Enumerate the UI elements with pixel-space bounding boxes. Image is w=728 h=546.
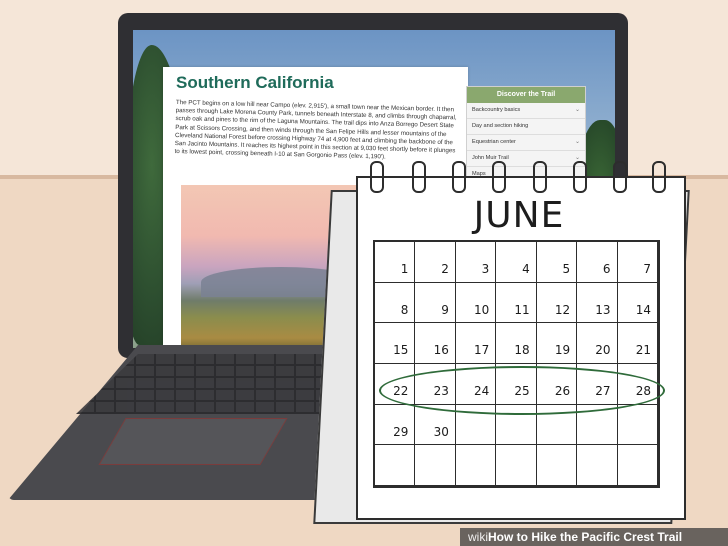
calendar-day-number: 17 (474, 343, 490, 358)
calendar-day-cell: 10 (455, 282, 497, 324)
article-body: The PCT begins on a low hill near Campo … (174, 99, 457, 161)
footer-caption: wikiHow to Hike the Pacific Crest Trail (468, 530, 682, 544)
sidebar-item-label: Equestrian center (472, 139, 516, 145)
calendar-day-cell: 9 (415, 282, 456, 324)
calendar-day-cell: 8 (375, 282, 416, 324)
laptop-trackpad (98, 418, 288, 465)
calendar-day-number: 10 (474, 302, 490, 317)
calendar-day-number: 6 (602, 262, 611, 276)
calendar-day-cell: 20 (577, 323, 618, 364)
calendar-day-cell (415, 445, 456, 486)
calendar-day-number: 5 (562, 262, 571, 276)
calendar-day-cell: 12 (536, 282, 578, 324)
calendar-day-number: 14 (635, 302, 651, 317)
calendar-month: JUNE (473, 195, 565, 236)
calendar-day-cell: 2 (415, 242, 456, 283)
calendar-grid: 1 2 3 4 5 6 7 8 9 10 11 12 13 14 15 16 17 18 19 20 21 22 23 24 2… (373, 240, 660, 488)
calendar-day-cell (455, 445, 497, 486)
calendar-day-number: 7 (643, 262, 651, 276)
calendar-day-number: 4 (522, 262, 530, 276)
calendar-day-cell: 18 (496, 323, 537, 364)
calendar-day-cell (536, 445, 578, 486)
chevron-down-icon: ⌄ (574, 107, 580, 113)
calendar-day-number: 30 (433, 424, 449, 439)
calendar-day-number: 29 (393, 424, 409, 439)
binding-ring (412, 161, 426, 193)
calendar-day-cell: 6 (577, 242, 618, 283)
calendar-day-number: 11 (514, 302, 530, 317)
calendar-day-number: 8 (400, 302, 409, 317)
calendar-day-cell: 19 (536, 323, 578, 364)
binding-ring (492, 161, 506, 193)
sidebar-item-equestrian[interactable]: Equestrian center ⌄ (467, 135, 585, 151)
calendar-day-number: 9 (441, 302, 449, 317)
calendar-day-number: 12 (554, 302, 571, 317)
calendar-day-number: 15 (393, 343, 409, 358)
calendar-day-cell: 16 (415, 323, 456, 364)
binding-ring (652, 161, 666, 193)
calendar-day-number: 1 (400, 262, 409, 276)
illustration-scene: Southern California The PCT begins on a … (0, 0, 728, 546)
calendar-day-cell: 17 (455, 323, 497, 364)
sidebar-title: Discover the Trail (467, 87, 585, 103)
article-title: Southern California (176, 73, 334, 92)
binding-ring (452, 161, 466, 193)
calendar-day-number: 3 (481, 262, 490, 276)
calendar-day-number: 19 (554, 343, 571, 358)
calendar-day-cell: 4 (496, 242, 537, 283)
footer-brand: wiki (468, 530, 488, 544)
calendar-day-cell: 7 (617, 242, 658, 283)
sidebar-item-day-hiking[interactable]: Day and section hiking (467, 119, 585, 135)
calendar-day-number: 2 (441, 262, 449, 276)
calendar-day-number: 18 (514, 343, 530, 358)
calendar-day-cell (577, 445, 618, 486)
binding-ring (573, 161, 587, 193)
calendar-day-cell: 13 (577, 282, 618, 324)
calendar-day-cell: 14 (617, 282, 658, 324)
sidebar-item-label: John Muir Trail (472, 155, 509, 161)
calendar-day-cell: 5 (536, 242, 578, 283)
calendar-day-cell (617, 445, 658, 486)
calendar-day-number: 20 (595, 343, 611, 358)
calendar-day-cell (617, 404, 658, 446)
sidebar-item-backcountry[interactable]: Backcountry basics ⌄ (467, 103, 585, 119)
calendar-day-cell: 11 (496, 282, 537, 324)
calendar-day-cell (375, 445, 416, 486)
chevron-down-icon: ⌄ (574, 139, 580, 145)
binding-ring (533, 161, 547, 193)
binding-ring (613, 161, 627, 193)
calendar-day-number: 13 (595, 302, 611, 317)
sidebar-item-label: Backcountry basics (472, 107, 521, 113)
calendar-day-cell (496, 445, 537, 486)
footer-title: How to Hike the Pacific Crest Trail (488, 530, 683, 544)
calendar-day-number: 16 (433, 343, 449, 358)
sidebar-item-jmt[interactable]: John Muir Trail ⌄ (467, 151, 585, 167)
calendar-day-cell: 21 (617, 323, 658, 364)
highlighted-week-circle (379, 366, 665, 415)
binding-ring (370, 161, 384, 193)
calendar-day-cell: 3 (455, 242, 497, 283)
calendar-day-cell: 1 (375, 242, 416, 283)
calendar-day-cell: 29 (375, 404, 416, 446)
calendar-day-cell: 15 (375, 323, 416, 364)
sidebar-item-label: Day and section hiking (472, 123, 529, 129)
calendar-day-number: 21 (635, 343, 651, 358)
